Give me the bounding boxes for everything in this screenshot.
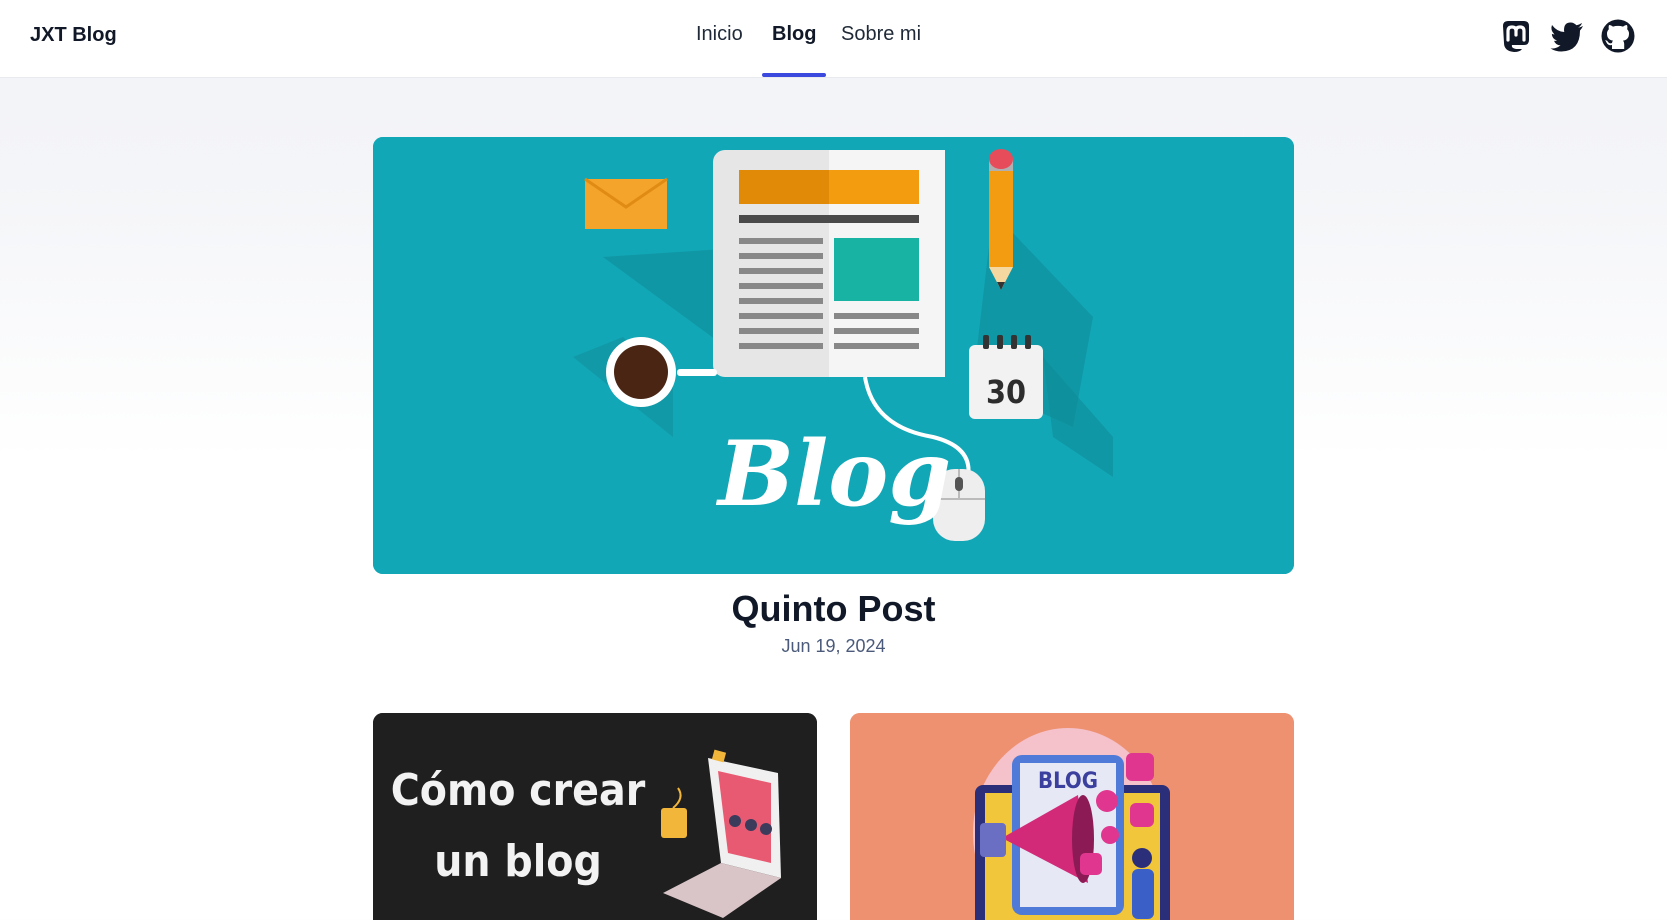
nav-link-sobre-mi[interactable]: Sobre mi (841, 23, 921, 46)
github-icon[interactable] (1600, 18, 1636, 54)
mastodon-icon[interactable] (1498, 18, 1534, 54)
active-nav-indicator (762, 73, 826, 77)
svg-text:30: 30 (986, 373, 1026, 411)
post-card-image: Cómo crear un blog (373, 713, 817, 920)
nav-link-inicio[interactable]: Inicio (696, 23, 743, 46)
top-navigation-bar: JXT Blog Inicio Blog Sobre mi (0, 0, 1667, 77)
post-card-image: BLOG (850, 713, 1294, 920)
svg-text:BLOG: BLOG (1038, 769, 1098, 794)
svg-text:un blog: un blog (434, 836, 602, 887)
calendar-illustration: 30 (969, 335, 1043, 419)
featured-post-title[interactable]: Quinto Post (373, 588, 1294, 630)
nav-link-blog[interactable]: Blog (772, 23, 816, 46)
newspaper-illustration (713, 150, 945, 377)
featured-post-image: 30 Blog (373, 137, 1294, 574)
envelope-illustration (584, 177, 668, 229)
post-card-image-link[interactable]: BLOG (850, 713, 1294, 920)
featured-post-image-link[interactable]: 30 Blog (373, 137, 1294, 574)
pencil-illustration (989, 149, 1013, 290)
main-nav: Inicio Blog Sobre mi (0, 0, 1667, 77)
svg-text:Cómo crear: Cómo crear (391, 765, 646, 816)
post-card-image-link[interactable]: Cómo crear un blog (373, 713, 817, 920)
featured-post-date: Jun 19, 2024 (781, 636, 886, 656)
twitter-icon[interactable] (1549, 18, 1585, 54)
svg-text:Blog: Blog (715, 421, 951, 527)
